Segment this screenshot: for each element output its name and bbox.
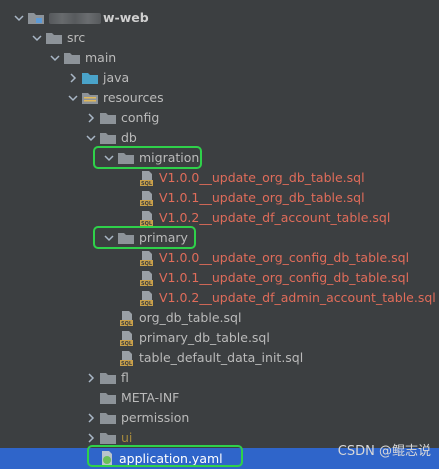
tree-row-src[interactable]: src (0, 28, 439, 48)
tree-row-main[interactable]: main (0, 48, 439, 68)
folder-label: META-INF (121, 390, 180, 405)
sql-file-icon: SQL (140, 170, 154, 186)
highlight-box-migration (93, 146, 202, 169)
tree-row-sql-file[interactable]: SQL V1.0.0__update_org_db_table.sql (0, 168, 439, 188)
svg-text:SQL: SQL (141, 221, 153, 226)
file-label: table_default_data_init.sql (139, 350, 304, 365)
file-label: org_db_table.sql (139, 310, 242, 325)
tree-row-sql-file[interactable]: SQL primary_db_table.sql (0, 328, 439, 348)
tree-row-meta-inf[interactable]: META-INF (0, 388, 439, 408)
chevron-down-icon[interactable] (86, 133, 96, 143)
folder-icon (100, 112, 116, 124)
tree-row-config[interactable]: config (0, 108, 439, 128)
folder-label: fl (121, 370, 129, 385)
folder-label: db (121, 130, 137, 145)
folder-label: src (67, 30, 86, 45)
folder-icon (100, 392, 116, 404)
source-folder-icon (82, 72, 98, 84)
file-label: V1.0.0__update_org_db_table.sql (159, 170, 365, 185)
chevron-right-icon[interactable] (68, 73, 78, 83)
tree-row-sql-file[interactable]: SQL V1.0.2__update_df_account_table.sql (0, 208, 439, 228)
file-label: V1.0.2__update_df_account_table.sql (159, 210, 391, 225)
project-tree: w-web src main java resources config db (0, 0, 439, 469)
highlight-box-primary (93, 226, 196, 249)
file-label: V1.0.2__update_df_admin_account_table.sq… (159, 290, 436, 305)
chevron-down-icon[interactable] (50, 53, 60, 63)
sql-file-icon: SQL (120, 330, 134, 346)
folder-label: main (85, 50, 117, 65)
tree-row-migration[interactable]: migration (0, 148, 439, 168)
chevron-down-icon[interactable] (68, 93, 78, 103)
file-label: V1.0.1__update_org_db_table.sql (159, 190, 365, 205)
svg-text:SQL: SQL (141, 181, 153, 186)
watermark: CSDN @鲲志说 (337, 444, 431, 459)
sql-file-icon: SQL (120, 350, 134, 366)
tree-row-project-root[interactable]: w-web (0, 8, 439, 28)
tree-row-primary[interactable]: primary (0, 228, 439, 248)
tree-row-db[interactable]: db (0, 128, 439, 148)
file-label: V1.0.0__update_org_config_db_table.sql (159, 250, 410, 265)
svg-text:SQL: SQL (141, 301, 153, 306)
module-folder-icon (28, 12, 44, 24)
svg-text:SQL: SQL (141, 201, 153, 206)
tree-row-sql-file[interactable]: SQL V1.0.2__update_df_admin_account_tabl… (0, 288, 439, 308)
sql-file-icon: SQL (140, 290, 154, 306)
tree-row-permission[interactable]: permission (0, 408, 439, 428)
svg-text:SQL: SQL (121, 321, 133, 326)
folder-icon (100, 132, 116, 144)
sql-file-icon: SQL (140, 210, 154, 226)
folder-icon (64, 52, 80, 64)
project-name-label: w-web (103, 10, 149, 25)
file-label: V1.0.1__update_org_config_db_table.sql (159, 270, 410, 285)
redacted-project-name (49, 12, 101, 24)
svg-text:SQL: SQL (121, 361, 133, 366)
folder-label: config (121, 110, 160, 125)
folder-icon (100, 432, 116, 444)
chevron-down-icon[interactable] (32, 33, 42, 43)
tree-row-sql-file[interactable]: SQL table_default_data_init.sql (0, 348, 439, 368)
tree-row-sql-file[interactable]: SQL V1.0.1__update_org_db_table.sql (0, 188, 439, 208)
sql-file-icon: SQL (140, 250, 154, 266)
tree-row-resources[interactable]: resources (0, 88, 439, 108)
folder-icon (100, 372, 116, 384)
folder-label: java (103, 70, 130, 85)
tree-row-fl[interactable]: fl (0, 368, 439, 388)
chevron-right-icon[interactable] (86, 433, 96, 443)
chevron-right-icon[interactable] (86, 373, 96, 383)
tree-row-sql-file[interactable]: SQL org_db_table.sql (0, 308, 439, 328)
resources-folder-icon (82, 92, 98, 104)
folder-label: permission (121, 410, 190, 425)
tree-row-java[interactable]: java (0, 68, 439, 88)
chevron-down-icon[interactable] (14, 13, 24, 23)
folder-icon (100, 412, 116, 424)
file-label: primary_db_table.sql (139, 330, 270, 345)
highlight-box-application-yaml (87, 445, 243, 467)
tree-row-sql-file[interactable]: SQL V1.0.0__update_org_config_db_table.s… (0, 248, 439, 268)
svg-text:SQL: SQL (121, 341, 133, 346)
sql-file-icon: SQL (120, 310, 134, 326)
tree-row-sql-file[interactable]: SQL V1.0.1__update_org_config_db_table.s… (0, 268, 439, 288)
sql-file-icon: SQL (140, 190, 154, 206)
sql-file-icon: SQL (140, 270, 154, 286)
chevron-right-icon[interactable] (86, 413, 96, 423)
chevron-right-icon[interactable] (86, 113, 96, 123)
folder-label: resources (103, 90, 164, 105)
svg-text:SQL: SQL (141, 261, 153, 266)
folder-icon (46, 32, 62, 44)
svg-text:SQL: SQL (141, 281, 153, 286)
